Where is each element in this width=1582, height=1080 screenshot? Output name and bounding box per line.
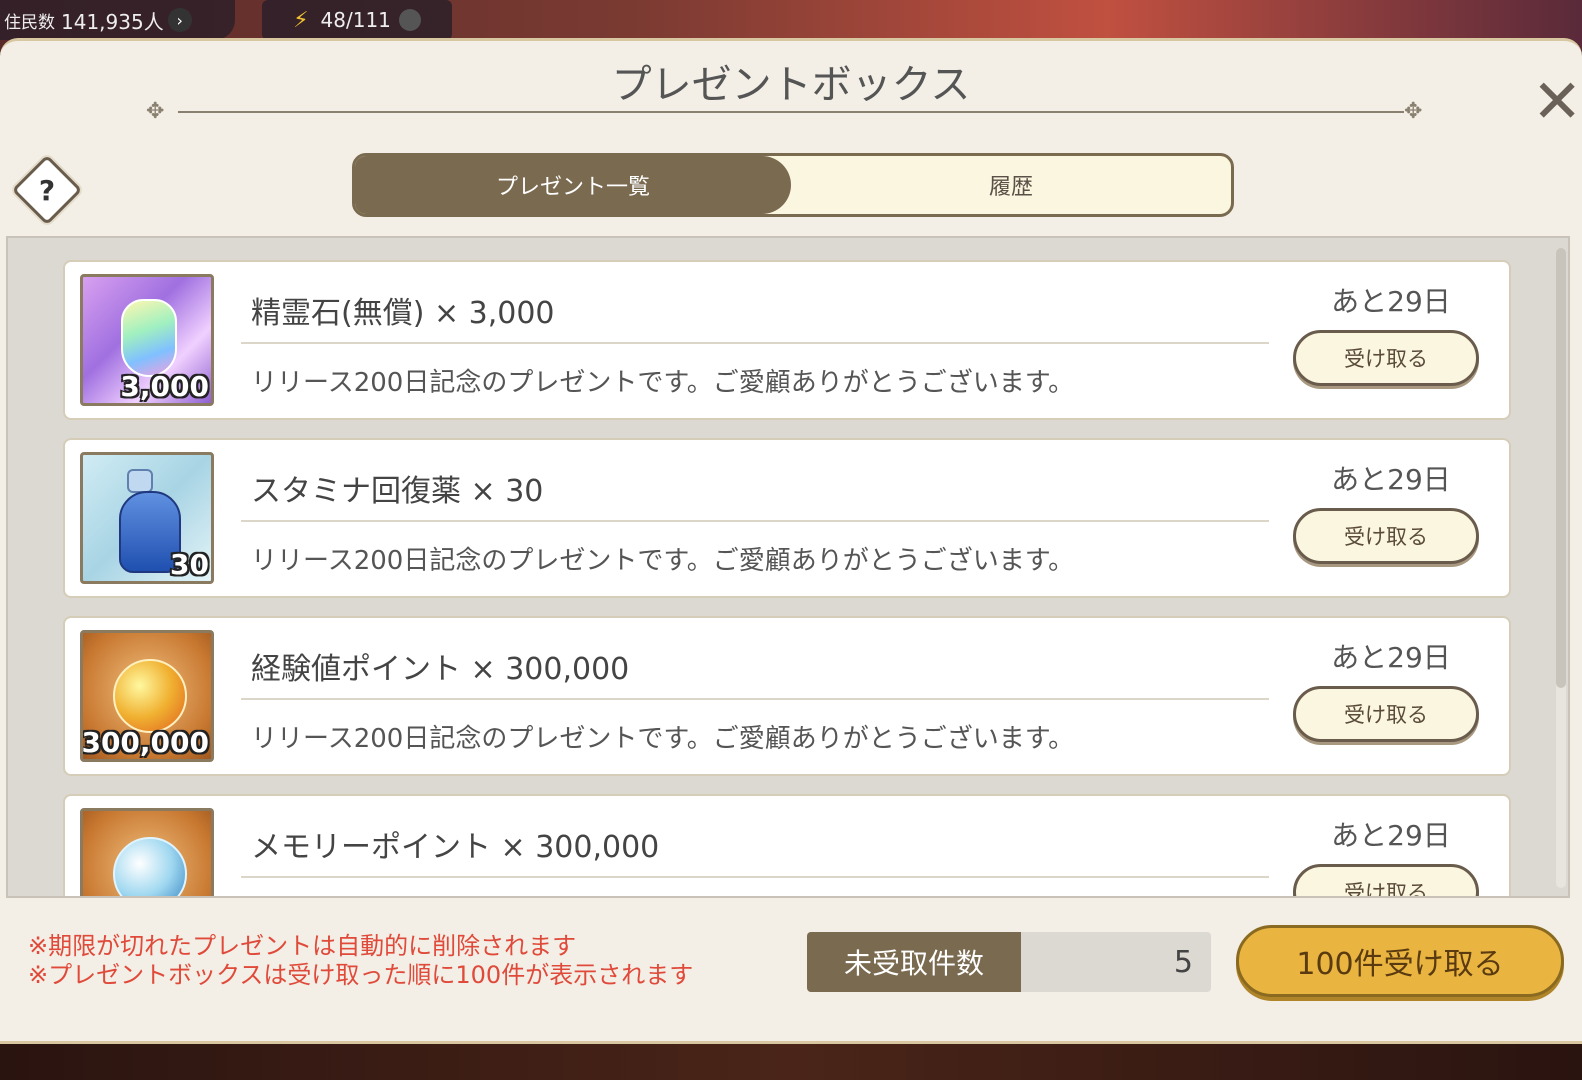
receive-button[interactable]: 受け取る: [1293, 508, 1479, 564]
present-name: スタミナ回復薬 × 30: [251, 474, 544, 509]
footer-notes: ※期限が切れたプレゼントは自動的に削除されます ※プレゼントボックスは受け取った…: [28, 932, 693, 990]
unclaimed-count: 5: [1021, 932, 1211, 992]
present-name: 経験値ポイント × 300,000: [251, 652, 630, 687]
present-name: メモリーポイント × 300,000: [251, 830, 660, 865]
scroll-thumb[interactable]: [1556, 248, 1566, 688]
question-icon: ?: [38, 173, 56, 207]
tab-history[interactable]: 履歴: [791, 156, 1231, 214]
residents-value: 141,935人: [61, 9, 164, 34]
tab-present-list[interactable]: プレゼント一覧: [355, 156, 791, 214]
stamina-bolt-icon: ⚡: [293, 7, 309, 33]
stamina-value: 48/111: [320, 8, 391, 32]
present-list[interactable]: 3,000 精霊石(無償) × 3,000 リリース200日記念のプレゼントです…: [6, 236, 1570, 898]
residents-info-icon[interactable]: ›: [167, 8, 192, 32]
item-divider: [241, 342, 1269, 344]
remaining-days: あと29日: [1331, 641, 1451, 674]
present-description: リリース200日記念のプレゼントです。ご愛顧ありがとうございます。: [251, 368, 1075, 398]
receive-button[interactable]: 受け取る: [1293, 330, 1479, 386]
present-name: 精霊石(無償) × 3,000: [251, 296, 555, 331]
present-item: 300,000 経験値ポイント × 300,000 リリース200日記念のプレゼ…: [63, 616, 1511, 776]
receive-button[interactable]: 受け取る: [1293, 864, 1479, 896]
remaining-days: あと29日: [1331, 463, 1451, 496]
tab-bar: プレゼント一覧 履歴: [352, 153, 1234, 217]
quantity-badge: 3,000: [120, 370, 209, 403]
title-divider: [178, 111, 1404, 113]
remaining-days: あと29日: [1331, 285, 1451, 318]
stamina-potion-icon: 30: [80, 452, 214, 584]
present-description: リリース200日記念のプレゼントです。ご愛顧ありがとうございます。: [251, 724, 1075, 754]
quantity-badge: 30: [170, 548, 209, 581]
stamina-counter: ⚡ 48/111: [262, 0, 452, 40]
note-display-limit: ※プレゼントボックスは受け取った順に100件が表示されます: [28, 961, 694, 989]
bulk-receive-button[interactable]: 100件受け取る: [1236, 925, 1564, 997]
close-icon[interactable]: ✕: [1532, 72, 1582, 132]
dialog-title: プレゼントボックス: [611, 62, 971, 108]
memory-orb: [113, 837, 187, 896]
stamina-add-icon[interactable]: [398, 9, 421, 31]
memory-orb-icon: [80, 808, 214, 896]
ornament-left-icon: ✥: [146, 99, 165, 124]
exp-orb-icon: 300,000: [80, 630, 214, 762]
list-scrollbar[interactable]: [1556, 248, 1566, 888]
item-divider: [241, 698, 1269, 700]
present-item: 3,000 精霊石(無償) × 3,000 リリース200日記念のプレゼントです…: [63, 260, 1511, 420]
item-divider: [241, 520, 1269, 522]
present-description: リリース200日記念のプレゼントです。ご愛顧ありがとうございます。: [251, 546, 1075, 576]
receive-button[interactable]: 受け取る: [1293, 686, 1479, 742]
exp-orb: [113, 659, 187, 733]
crystal-shape: [121, 299, 177, 377]
present-item: メモリーポイント × 300,000 あと29日 受け取る: [63, 794, 1511, 896]
note-expiry: ※期限が切れたプレゼントは自動的に削除されます: [28, 932, 577, 960]
residents-counter: 住民数 141,935人 ›: [0, 0, 235, 40]
present-item: 30 スタミナ回復薬 × 30 リリース200日記念のプレゼントです。ご愛顧あり…: [63, 438, 1511, 598]
ornament-right-icon: ✥: [1404, 99, 1423, 124]
unclaimed-label: 未受取件数: [807, 932, 1021, 992]
remaining-days: あと29日: [1331, 819, 1451, 852]
residents-label: 住民数: [4, 12, 55, 33]
potion-cap: [127, 469, 153, 493]
item-divider: [241, 876, 1269, 878]
quantity-badge: 300,000: [81, 726, 209, 759]
spirit-stone-icon: 3,000: [80, 274, 214, 406]
